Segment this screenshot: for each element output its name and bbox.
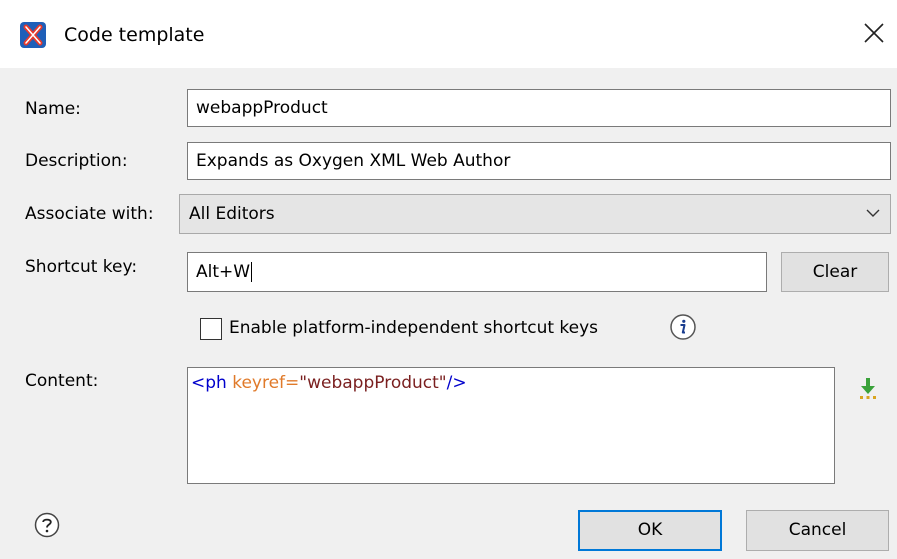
description-field[interactable]: Expands as Oxygen XML Web Author [187, 142, 891, 180]
shortcut-key-value: Alt+W [196, 262, 251, 282]
close-icon [864, 23, 884, 43]
help-icon[interactable] [34, 512, 60, 538]
description-label: Description: [25, 151, 128, 171]
name-field[interactable]: webappProduct [187, 89, 891, 127]
ok-button[interactable]: OK [578, 510, 722, 551]
platform-independent-label[interactable]: Enable platform-independent shortcut key… [229, 317, 598, 339]
close-button[interactable] [851, 12, 897, 56]
associate-with-select[interactable]: All Editors [179, 194, 891, 234]
title-bar: Code template [0, 0, 897, 68]
window-title: Code template [64, 24, 205, 46]
oxygen-x-logo-icon [20, 22, 46, 48]
xml-attribute-value: "webappProduct" [299, 373, 447, 393]
insert-editor-variable-icon[interactable] [858, 376, 878, 402]
shortcut-key-field[interactable]: Alt+W [187, 252, 767, 292]
platform-independent-checkbox[interactable] [200, 318, 222, 340]
clear-button[interactable]: Clear [781, 252, 889, 292]
name-label: Name: [25, 99, 81, 119]
text-caret [251, 262, 253, 282]
associate-with-label: Associate with: [25, 204, 154, 224]
shortcut-key-label: Shortcut key: [25, 257, 138, 277]
content-editor[interactable]: <ph keyref="webappProduct"/> [187, 367, 835, 484]
cancel-button[interactable]: Cancel [746, 510, 889, 551]
chevron-down-icon [866, 209, 880, 217]
xml-attribute: keyref= [232, 373, 300, 393]
info-icon[interactable] [669, 313, 697, 341]
content-label: Content: [25, 371, 99, 391]
xml-tag-open: <ph [191, 373, 227, 393]
xml-tag-close: /> [446, 373, 467, 393]
associate-with-value: All Editors [189, 204, 275, 224]
